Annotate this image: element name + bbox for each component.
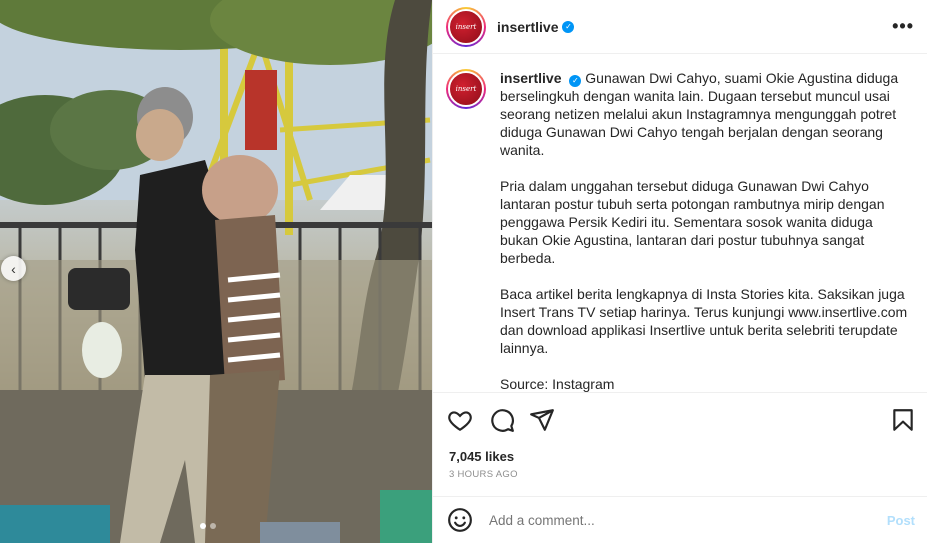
photo-scene — [0, 0, 432, 543]
carousel-indicator — [200, 523, 216, 529]
chevron-left-icon: ‹ — [11, 260, 16, 277]
post-photo[interactable]: ‹ — [0, 0, 432, 543]
avatar-logo: insert — [448, 8, 484, 45]
comment-bubble-icon[interactable] — [489, 407, 515, 433]
like-heart-icon[interactable] — [447, 407, 473, 433]
comment-input[interactable] — [489, 512, 859, 528]
caption-paragraph-4: Source: Instagram — [500, 376, 615, 392]
carousel-dot-1 — [200, 523, 206, 529]
verified-badge-icon: ✓ — [562, 20, 575, 33]
caption-section: insert insertlive ✓ Gunawan Dwi Cahyo, s… — [433, 55, 927, 392]
carousel-prev-button[interactable]: ‹ — [1, 256, 26, 281]
caption-avatar-logo: insert — [448, 71, 484, 107]
caption-paragraph-2: Pria dalam unggahan tersebut diduga Guna… — [500, 178, 885, 266]
author-avatar[interactable]: insert — [446, 6, 486, 47]
caption-username[interactable]: insertlive — [500, 70, 561, 86]
comment-composer: Post — [433, 496, 927, 543]
save-bookmark-icon[interactable] — [890, 407, 916, 433]
post-comment-button[interactable]: Post — [887, 513, 915, 528]
likes-count[interactable]: 7,045 likes — [449, 449, 514, 464]
caption-paragraph-1: insertlive ✓ Gunawan Dwi Cahyo, suami Ok… — [500, 69, 912, 159]
caption-text: insertlive ✓ Gunawan Dwi Cahyo, suami Ok… — [500, 69, 912, 392]
caption-avatar[interactable]: insert — [446, 69, 486, 392]
post-details-panel: insert insertlive ✓ ••• insert insertliv… — [432, 0, 927, 543]
share-send-icon[interactable] — [529, 407, 555, 433]
caption-paragraph-3: Baca artikel berita lengkapnya di Insta … — [500, 286, 908, 356]
carousel-dot-2 — [210, 523, 216, 529]
caption-verified-badge-icon: ✓ — [569, 75, 582, 87]
more-options-icon[interactable]: ••• — [892, 16, 914, 37]
emoji-icon[interactable] — [447, 507, 473, 533]
action-bar — [433, 392, 927, 444]
post-timestamp[interactable]: 3 HOURS AGO — [449, 469, 518, 480]
instagram-post-view: ‹ insert insertlive ✓ ••• insert insertl… — [0, 0, 927, 543]
post-header: insert insertlive ✓ ••• — [433, 0, 927, 54]
author-username[interactable]: insertlive — [497, 19, 558, 35]
